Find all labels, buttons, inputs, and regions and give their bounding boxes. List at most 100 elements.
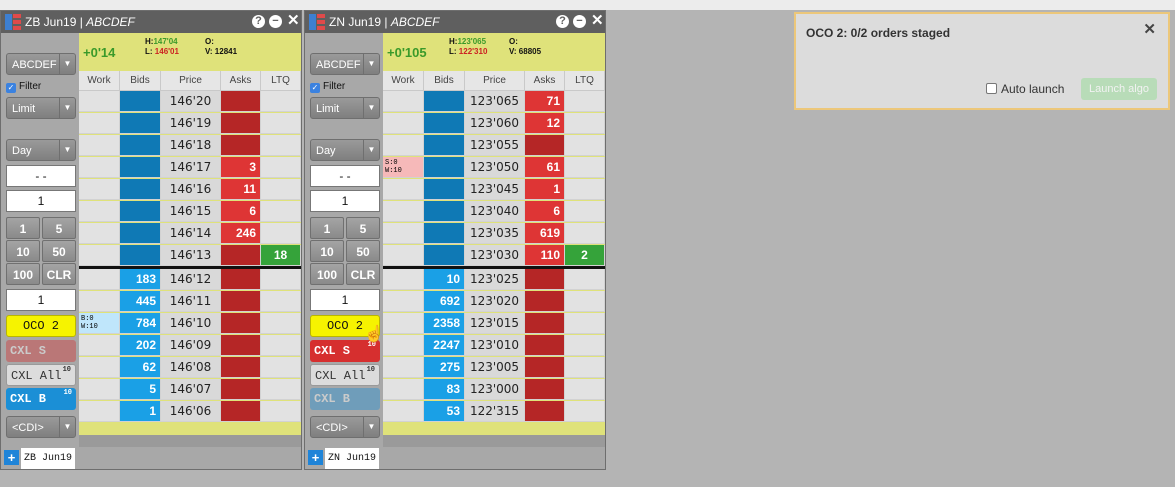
qty-button-50[interactable]: 50 xyxy=(42,240,76,262)
clear-button[interactable]: CLR xyxy=(346,263,380,285)
ask-cell[interactable]: 110 xyxy=(525,245,565,266)
working-orders-cell[interactable] xyxy=(383,135,424,156)
working-orders-cell[interactable] xyxy=(79,291,120,312)
bid-cell[interactable]: 202 xyxy=(120,335,161,356)
instrument-tab[interactable]: ZB Jun19 xyxy=(21,448,75,469)
auto-launch-checkbox[interactable]: Auto launch xyxy=(986,82,1064,96)
order-type-select[interactable]: Limit ▼ xyxy=(310,97,380,119)
cancel-buys-button[interactable]: CXL B xyxy=(310,388,380,410)
bid-cell[interactable] xyxy=(424,179,465,200)
horizontal-scrollbar[interactable] xyxy=(79,435,301,447)
ask-cell[interactable]: 6 xyxy=(221,201,261,222)
working-orders-cell[interactable] xyxy=(383,223,424,244)
bid-cell[interactable] xyxy=(120,157,161,178)
bid-cell[interactable] xyxy=(120,245,161,266)
filter-checkbox[interactable]: ✓ Filter xyxy=(310,80,380,94)
bid-cell[interactable] xyxy=(120,201,161,222)
bid-cell[interactable]: 10 xyxy=(424,269,465,290)
working-orders-cell[interactable] xyxy=(79,201,120,222)
bid-cell[interactable]: 83 xyxy=(424,379,465,400)
ask-cell[interactable]: 6 xyxy=(525,201,565,222)
working-orders-cell[interactable] xyxy=(79,269,120,290)
bid-cell[interactable] xyxy=(424,223,465,244)
working-orders-cell[interactable] xyxy=(383,379,424,400)
ask-cell[interactable]: 12 xyxy=(525,113,565,134)
working-orders-cell[interactable] xyxy=(383,91,424,112)
working-orders-cell[interactable] xyxy=(383,335,424,356)
ask-cell[interactable] xyxy=(221,291,261,312)
ask-cell[interactable]: 11 xyxy=(221,179,261,200)
price-field[interactable]: - - xyxy=(6,165,76,187)
quantity-field[interactable]: 1 xyxy=(6,190,76,212)
order-type-select[interactable]: Limit ▼ xyxy=(6,97,76,119)
ask-cell[interactable] xyxy=(525,313,565,334)
ask-cell[interactable] xyxy=(221,135,261,156)
ask-cell[interactable] xyxy=(525,135,565,156)
working-orders-cell[interactable]: S:0 W:10 xyxy=(383,157,424,178)
minimize-icon[interactable]: − xyxy=(573,15,586,28)
filter-checkbox[interactable]: ✓ Filter xyxy=(6,80,76,94)
ask-cell[interactable] xyxy=(525,291,565,312)
tif-select[interactable]: Day ▼ xyxy=(310,139,380,161)
bid-cell[interactable]: 62 xyxy=(120,357,161,378)
bid-cell[interactable] xyxy=(424,245,465,266)
ask-cell[interactable] xyxy=(221,335,261,356)
close-icon[interactable]: ✕ xyxy=(1143,20,1156,38)
tif-select[interactable]: Day ▼ xyxy=(6,139,76,161)
checkbox-icon[interactable]: ✓ xyxy=(310,83,320,93)
ask-cell[interactable] xyxy=(221,401,261,422)
qty-button-1[interactable]: 1 xyxy=(310,217,344,239)
ask-cell[interactable]: 61 xyxy=(525,157,565,178)
quantity-field[interactable]: 1 xyxy=(310,190,380,212)
bid-cell[interactable] xyxy=(120,113,161,134)
add-icon[interactable]: + xyxy=(308,450,323,465)
ask-cell[interactable]: 246 xyxy=(221,223,261,244)
ask-cell[interactable] xyxy=(525,335,565,356)
qty-button-50[interactable]: 50 xyxy=(346,240,380,262)
working-orders-cell[interactable] xyxy=(79,179,120,200)
qty-button-10[interactable]: 10 xyxy=(310,240,344,262)
ask-cell[interactable] xyxy=(221,245,261,266)
qty-button-10[interactable]: 10 xyxy=(6,240,40,262)
working-orders-cell[interactable] xyxy=(383,113,424,134)
ask-cell[interactable] xyxy=(525,379,565,400)
working-orders-cell[interactable] xyxy=(79,401,120,422)
ask-cell[interactable] xyxy=(525,401,565,422)
ask-cell[interactable]: 1 xyxy=(525,179,565,200)
ask-cell[interactable] xyxy=(221,91,261,112)
working-orders-cell[interactable] xyxy=(79,157,120,178)
bid-cell[interactable]: 784 xyxy=(120,313,161,334)
ask-cell[interactable] xyxy=(221,379,261,400)
cdi-select[interactable]: <CDI> ▼ xyxy=(6,416,76,438)
bid-cell[interactable]: 445 xyxy=(120,291,161,312)
bid-cell[interactable]: 275 xyxy=(424,357,465,378)
bid-cell[interactable] xyxy=(120,135,161,156)
working-orders-cell[interactable] xyxy=(79,379,120,400)
horizontal-scrollbar[interactable] xyxy=(383,435,605,447)
working-orders-cell[interactable] xyxy=(383,245,424,266)
bid-cell[interactable] xyxy=(424,157,465,178)
cdi-select[interactable]: <CDI> ▼ xyxy=(310,416,380,438)
qty-button-5[interactable]: 5 xyxy=(42,217,76,239)
clear-button[interactable]: CLR xyxy=(42,263,76,285)
cancel-sells-button[interactable]: CXL S xyxy=(6,340,76,362)
working-orders-cell[interactable] xyxy=(79,245,120,266)
bid-cell[interactable]: 692 xyxy=(424,291,465,312)
bid-cell[interactable] xyxy=(120,223,161,244)
bid-cell[interactable]: 5 xyxy=(120,379,161,400)
launch-algo-button[interactable]: Launch algo xyxy=(1081,78,1157,100)
working-orders-cell[interactable] xyxy=(79,335,120,356)
working-orders-cell[interactable]: B:0 W:10 xyxy=(79,313,120,334)
bid-cell[interactable]: 2358 xyxy=(424,313,465,334)
bid-cell[interactable]: 2247 xyxy=(424,335,465,356)
qty-button-100[interactable]: 100 xyxy=(310,263,344,285)
ask-cell[interactable]: 3 xyxy=(221,157,261,178)
minimize-icon[interactable]: − xyxy=(269,15,282,28)
bid-cell[interactable]: 1 xyxy=(120,401,161,422)
ask-cell[interactable] xyxy=(525,269,565,290)
ask-cell[interactable]: 619 xyxy=(525,223,565,244)
add-icon[interactable]: + xyxy=(4,450,19,465)
bid-cell[interactable] xyxy=(120,179,161,200)
bid-cell[interactable] xyxy=(424,113,465,134)
account-select[interactable]: ABCDEF ▼ xyxy=(310,53,380,75)
